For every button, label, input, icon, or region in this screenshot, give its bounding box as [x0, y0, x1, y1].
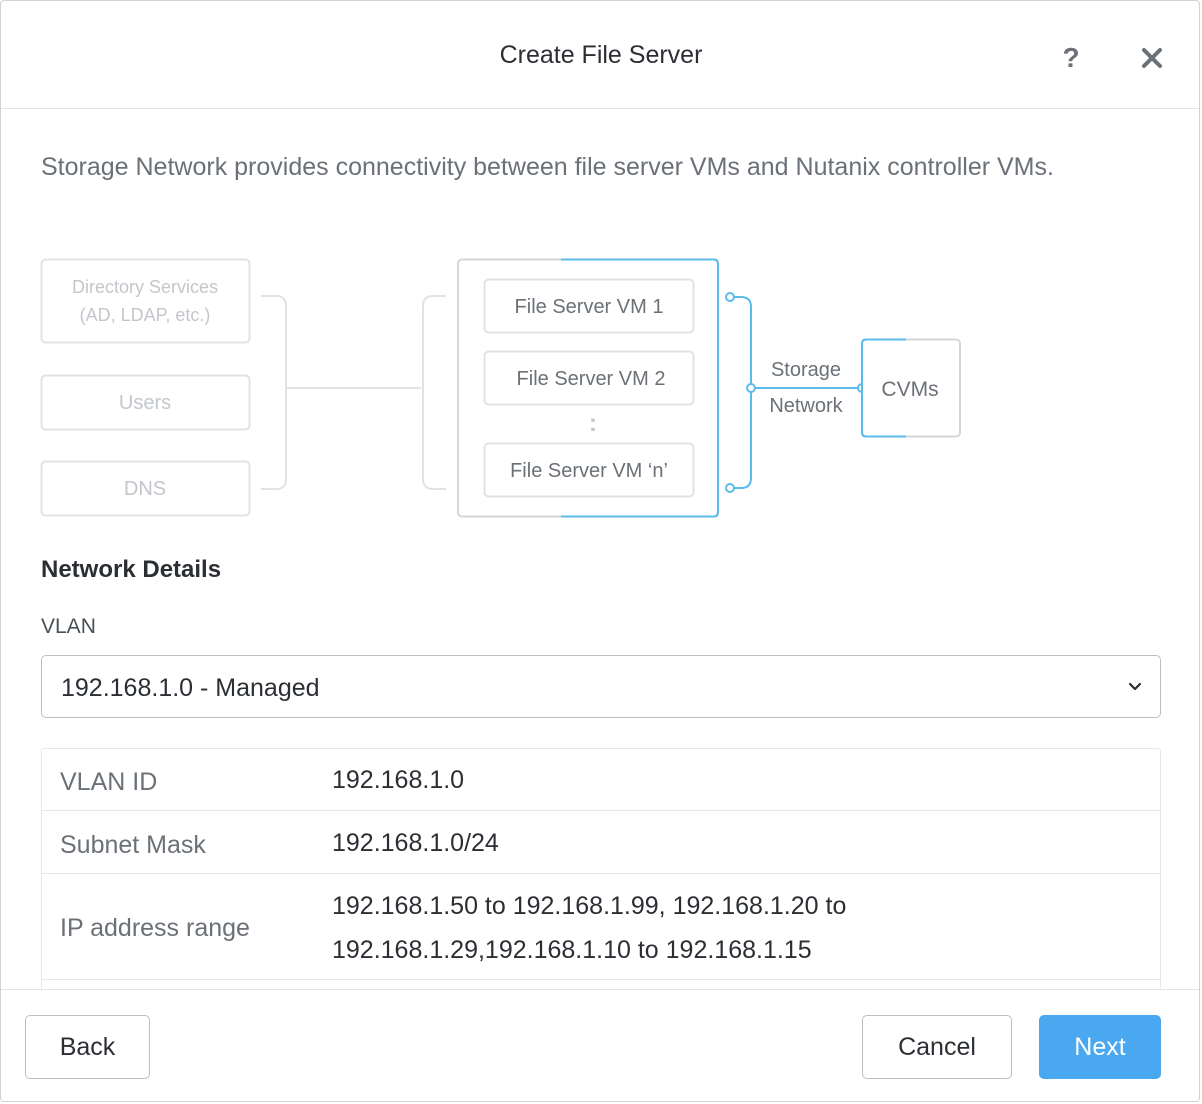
ip-range-key: IP address range	[60, 914, 250, 942]
chevron-down-icon	[1128, 682, 1142, 691]
table-row: Subnet Mask 192.168.1.0/24	[42, 811, 1160, 874]
vm-label-2: File Server VM 2	[517, 368, 666, 390]
connector-node-left	[746, 383, 756, 393]
service-box-directory	[40, 258, 251, 344]
close-icon[interactable]	[1137, 43, 1167, 73]
storage-network-label-line2: Network	[769, 395, 843, 417]
ip-range-value-line2: 192.168.1.29,192.168.1.10 to 192.168.1.1…	[332, 936, 812, 964]
vms-bracket	[422, 295, 446, 490]
vlan-select-value: 192.168.1.0 - Managed	[61, 674, 320, 702]
next-button[interactable]: Next	[1039, 1015, 1161, 1079]
vm-ellipsis: :	[589, 410, 597, 437]
connector-node-top	[725, 292, 735, 302]
table-row: IP address range 192.168.1.50 to 192.168…	[42, 874, 1160, 980]
dialog-header: Create File Server ?	[1, 1, 1199, 109]
subnet-mask-value: 192.168.1.0/24	[332, 829, 499, 857]
service-directory-line2: (AD, LDAP, etc.)	[80, 305, 211, 325]
vm-label-1: File Server VM 1	[515, 296, 664, 318]
storage-network-bracket	[734, 296, 752, 489]
create-file-server-dialog: Create File Server ? Storage Network pro…	[0, 0, 1200, 1102]
vlan-label: VLAN	[41, 615, 96, 638]
subnet-mask-key: Subnet Mask	[60, 831, 206, 859]
network-details-title: Network Details	[41, 556, 222, 583]
diagram-canvas: Directory Services (AD, LDAP, etc.) User…	[40, 258, 961, 518]
service-dns-label: DNS	[124, 478, 166, 500]
dialog-footer: Back Cancel Next	[1, 989, 1199, 1101]
storage-network-label-line1: Storage	[771, 359, 841, 381]
back-button[interactable]: Back	[25, 1015, 150, 1079]
table-row: VLAN ID 192.168.1.0	[42, 749, 1160, 811]
storage-network-diagram: Directory Services (AD, LDAP, etc.) User…	[1, 251, 1199, 531]
connector-node-bottom	[725, 483, 735, 493]
help-icon[interactable]: ?	[1059, 41, 1083, 75]
service-users-label: Users	[119, 392, 171, 414]
network-details-table: VLAN ID 192.168.1.0 Subnet Mask 192.168.…	[41, 748, 1161, 1008]
dialog-title: Create File Server	[499, 41, 703, 69]
ip-range-value-line1: 192.168.1.50 to 192.168.1.99, 192.168.1.…	[332, 892, 847, 920]
storage-network-description: Storage Network provides connectivity be…	[41, 153, 1054, 181]
cvms-label: CVMs	[881, 378, 938, 401]
service-directory-line1: Directory Services	[72, 277, 218, 297]
services-bracket	[261, 295, 287, 490]
cancel-button[interactable]: Cancel	[862, 1015, 1012, 1079]
vlan-id-key: VLAN ID	[60, 768, 158, 796]
vlan-id-value: 192.168.1.0	[332, 766, 465, 794]
vm-label-n: File Server VM ‘n’	[510, 460, 668, 482]
vlan-select[interactable]: 192.168.1.0 - Managed	[41, 655, 1161, 718]
